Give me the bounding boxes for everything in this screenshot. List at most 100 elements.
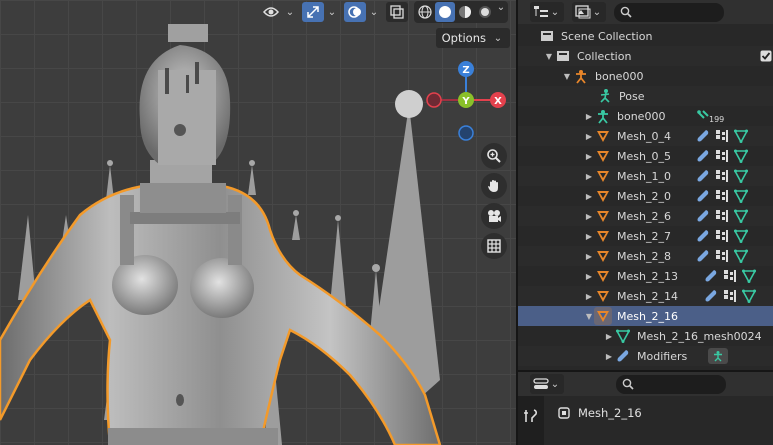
gizmo-x-label: X — [494, 96, 502, 107]
gizmo-z-label: Z — [462, 65, 469, 76]
vertex-groups-icon — [716, 230, 728, 242]
3d-viewport[interactable]: ⌄ ⌄ ⌄ ⌄ Options ⌄ Z Y X — [0, 0, 516, 445]
expand-arrow-icon[interactable]: ▶ — [604, 352, 614, 361]
options-dropdown[interactable]: Options ⌄ — [435, 28, 510, 48]
tree-row-label: Mesh_2_6 — [617, 209, 671, 223]
object-name-label: Mesh_2_16 — [578, 406, 642, 420]
mesh-data-icon — [742, 289, 756, 303]
collar — [140, 183, 226, 213]
expand-arrow-icon[interactable]: ▶ — [604, 332, 614, 341]
row-extras — [696, 149, 748, 163]
bone-count: 199 — [709, 115, 725, 124]
wireframe-shading-icon[interactable] — [415, 2, 435, 22]
expand-arrow-icon[interactable]: ▼ — [562, 72, 572, 81]
zoom-icon[interactable] — [481, 143, 507, 169]
chevron-down-icon[interactable]: ⌄ — [368, 7, 380, 18]
editor-type-dropdown[interactable]: ⌄ — [530, 374, 564, 394]
tree-row-mesh[interactable]: ▶ Mesh_2_14 — [518, 286, 773, 306]
expand-arrow-icon[interactable]: ▶ — [584, 132, 594, 141]
tree-row-mesh[interactable]: ▶ Mesh_2_7 — [518, 226, 773, 246]
expand-arrow-icon[interactable]: ▶ — [584, 152, 594, 161]
overlay-toggle-icon[interactable] — [344, 2, 366, 22]
tree-row-collection[interactable]: ▼ Collection — [518, 46, 773, 66]
filter-image-icon — [575, 5, 591, 19]
expand-arrow-icon[interactable]: ▶ — [584, 232, 594, 241]
tree-row-mesh[interactable]: ▶ Mesh_2_6 — [518, 206, 773, 226]
tree-row-mesh[interactable]: ▶ Mesh_0_5 — [518, 146, 773, 166]
expand-arrow-icon[interactable]: ▼ — [544, 52, 554, 61]
xray-toggle-icon[interactable] — [386, 2, 408, 22]
viewport-header: ⌄ ⌄ ⌄ ⌄ — [0, 0, 516, 24]
tree-row-mesh[interactable]: ▶ Mesh_0_4 — [518, 126, 773, 146]
solid-shading-icon[interactable] — [435, 2, 455, 22]
visibility-dropdown[interactable]: ⌄ — [260, 2, 296, 22]
gizmo-neg-x-axis — [426, 92, 442, 108]
expand-arrow-icon[interactable]: ▶ — [584, 272, 594, 281]
tree-row-label: Scene Collection — [561, 29, 653, 43]
eye-icon[interactable] — [260, 2, 282, 22]
collection-checkbox[interactable] — [760, 50, 772, 62]
properties-search-input[interactable] — [616, 374, 726, 394]
tree-row-armature[interactable]: ▼ bone000 — [518, 66, 773, 86]
hand-pan-icon[interactable] — [481, 173, 507, 199]
camera-icon[interactable] — [481, 203, 507, 229]
tree-row-mesh[interactable]: ▶ Mesh_2_13 — [518, 266, 773, 286]
tree-row-pose[interactable]: Pose — [518, 86, 773, 106]
search-icon — [620, 6, 632, 18]
properties-editor-icon — [533, 378, 549, 389]
mesh-data-icon — [614, 327, 632, 345]
tree-row-scene-collection[interactable]: Scene Collection — [518, 26, 773, 46]
tree-row-armature-data[interactable]: ▶ bone000 199 — [518, 106, 773, 126]
mesh-data-icon — [734, 229, 748, 243]
expand-arrow-icon[interactable]: ▼ — [584, 312, 594, 321]
rendered-shading-icon[interactable] — [475, 2, 495, 22]
bone-joint — [293, 210, 299, 216]
bone-count-badge[interactable]: 199 — [696, 107, 724, 124]
display-mode-dropdown[interactable]: ⌄ — [530, 2, 564, 22]
armature-modifier-icon[interactable] — [708, 348, 728, 364]
expand-arrow-icon[interactable]: ▶ — [584, 112, 594, 121]
bone-spike — [330, 220, 346, 305]
chevron-down-icon: ⌄ — [550, 6, 560, 18]
tree-row-mesh[interactable]: ▶ Mesh_1_0 — [518, 166, 773, 186]
chevron-down-icon[interactable]: ⌄ — [495, 2, 507, 22]
tree-row-label: Pose — [619, 89, 645, 103]
material-shading-icon[interactable] — [455, 2, 475, 22]
active-object-name[interactable]: Mesh_2_16 — [558, 406, 642, 420]
right-breast — [190, 258, 254, 318]
tree-row-mesh[interactable]: ▶ Mesh_2_0 — [518, 186, 773, 206]
wrench-modifier-icon — [705, 270, 717, 282]
bone-spike — [248, 165, 256, 195]
gizmo-toggle-icon[interactable] — [302, 2, 324, 22]
filter-dropdown[interactable]: ⌄ — [572, 2, 606, 22]
mesh-object-icon — [594, 187, 612, 205]
tool-settings-tab-icon[interactable] — [523, 408, 539, 427]
wrench-modifier-icon — [697, 150, 709, 162]
expand-arrow-icon[interactable]: ▶ — [584, 172, 594, 181]
grid-icon[interactable] — [481, 233, 507, 259]
gizmo-y-label: Y — [461, 96, 470, 107]
tree-row-mesh-selected[interactable]: ▼ Mesh_2_16 — [518, 306, 773, 326]
tree-row-label: Mesh_2_7 — [617, 229, 671, 243]
expand-arrow-icon[interactable]: ▶ — [584, 212, 594, 221]
collection-icon — [554, 47, 572, 65]
chevron-down-icon[interactable]: ⌄ — [326, 7, 338, 18]
bone-joint — [395, 90, 423, 118]
options-label: Options — [441, 31, 486, 45]
tree-row-modifiers[interactable]: ▶ Modifiers — [518, 346, 773, 366]
expand-arrow-icon[interactable]: ▶ — [584, 192, 594, 201]
tree-row-label: Modifiers — [637, 349, 688, 363]
mesh-object-icon — [594, 267, 612, 285]
tree-row-label: bone000 — [617, 109, 666, 123]
chevron-down-icon[interactable]: ⌄ — [284, 7, 296, 18]
outliner-search-input[interactable] — [614, 2, 724, 22]
navigation-gizmo[interactable]: Z Y X — [424, 58, 510, 144]
tree-row-mesh[interactable]: ▶ Mesh_2_8 — [518, 246, 773, 266]
expand-arrow-icon[interactable]: ▶ — [584, 252, 594, 261]
tree-row-label: Mesh_1_0 — [617, 169, 671, 183]
expand-arrow-icon[interactable]: ▶ — [584, 292, 594, 301]
wrench-modifier-icon — [705, 290, 717, 302]
tree-row-mesh-data[interactable]: ▶ Mesh_2_16_mesh0024 — [518, 326, 773, 346]
mesh-data-icon — [742, 269, 756, 283]
vertex-groups-icon — [724, 270, 736, 282]
